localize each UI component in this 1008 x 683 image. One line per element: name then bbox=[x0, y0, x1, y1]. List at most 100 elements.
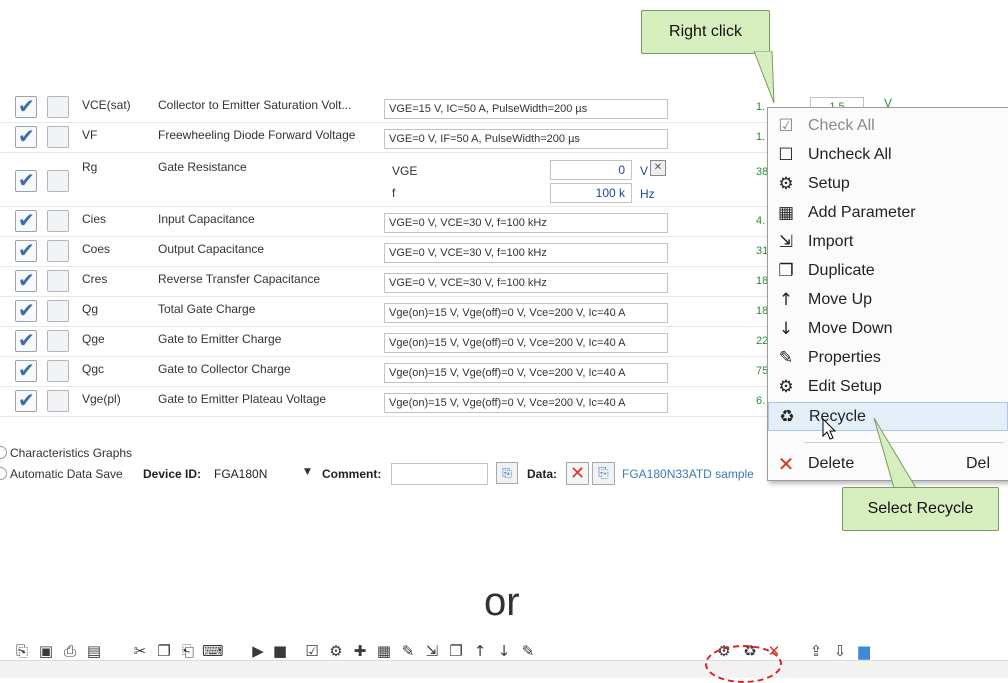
row-checkbox[interactable] bbox=[15, 268, 37, 292]
rg-vge-label: VGE bbox=[392, 164, 418, 178]
move-down-icon[interactable]: ↓ bbox=[494, 641, 514, 661]
export-icon[interactable]: ⇪ bbox=[806, 641, 826, 661]
row-condition[interactable]: VGE=0 V, IF=50 A, PulseWidth=200 µs bbox=[384, 129, 668, 149]
row-checkbox[interactable] bbox=[15, 208, 37, 232]
right-click-callout: Right click bbox=[641, 10, 770, 54]
gear-icon: ⚙ bbox=[778, 174, 794, 194]
row-symbol: Qge bbox=[82, 332, 105, 346]
copy-icon[interactable]: ❐ bbox=[154, 641, 174, 661]
row-checkbox[interactable] bbox=[15, 358, 37, 382]
menu-item-delete-label: Delete bbox=[808, 455, 855, 472]
row-secondary-checkbox[interactable] bbox=[47, 240, 69, 262]
row-symbol: Rg bbox=[82, 160, 98, 174]
row-separator bbox=[0, 266, 770, 267]
duplicate-icon[interactable]: ❐ bbox=[446, 641, 466, 661]
row-condition[interactable]: Vge(on)=15 V, Vge(off)=0 V, Vce=200 V, I… bbox=[384, 393, 668, 413]
row-secondary-checkbox[interactable] bbox=[47, 330, 69, 352]
device-id-value: FGA180N bbox=[214, 467, 268, 481]
row-checkbox[interactable] bbox=[15, 298, 37, 322]
clear-icon[interactable]: ✕ bbox=[650, 160, 666, 176]
row-secondary-checkbox[interactable] bbox=[47, 390, 69, 412]
close-file-icon[interactable]: ▤ bbox=[84, 641, 104, 661]
import-icon[interactable]: ⇲ bbox=[422, 641, 442, 661]
save-data-icon[interactable]: ⎘ bbox=[592, 462, 615, 485]
device-id-select[interactable]: FGA180N ▼ bbox=[212, 463, 330, 483]
menu-item-check-all[interactable]: ☑ Check All bbox=[768, 112, 1008, 141]
add-parameter-icon: ▦ bbox=[777, 203, 795, 223]
menu-item-label: Add Parameter bbox=[808, 204, 916, 221]
menu-item-label: Setup bbox=[808, 175, 850, 192]
move-up-icon[interactable]: ↑ bbox=[470, 641, 490, 661]
menu-item-edit-setup[interactable]: ⚙ Edit Setup bbox=[768, 373, 1008, 402]
row-secondary-checkbox[interactable] bbox=[47, 96, 69, 118]
menu-item-uncheck-all[interactable]: ☐ Uncheck All bbox=[768, 141, 1008, 170]
row-secondary-checkbox[interactable] bbox=[47, 126, 69, 148]
row-condition[interactable]: VGE=0 V, VCE=30 V, f=100 kHz bbox=[384, 273, 668, 293]
edit-setup-icon: ⚙ bbox=[778, 377, 794, 397]
row-symbol: VCE(sat) bbox=[82, 98, 131, 112]
add-parameter-icon[interactable]: ▦ bbox=[374, 641, 394, 661]
row-checkbox[interactable] bbox=[15, 94, 37, 118]
highlight-ring bbox=[705, 645, 782, 683]
menu-item-add-parameter[interactable]: ▦ Add Parameter bbox=[768, 199, 1008, 228]
duplicate-icon: ❐ bbox=[778, 261, 794, 281]
rg-vge-value: 0 bbox=[618, 163, 625, 177]
arrow-down-icon: ↓ bbox=[778, 319, 794, 339]
row-secondary-checkbox[interactable] bbox=[47, 210, 69, 232]
row-condition[interactable]: Vge(on)=15 V, Vge(off)=0 V, Vce=200 V, I… bbox=[384, 303, 668, 323]
menu-item-move-up[interactable]: ↑ Move Up bbox=[768, 286, 1008, 315]
rg-vge-unit: V bbox=[640, 164, 649, 178]
paste-icon[interactable]: ⎗ bbox=[178, 641, 198, 661]
row-symbol: Cies bbox=[82, 212, 107, 226]
row-checkbox[interactable] bbox=[15, 388, 37, 412]
max-icon[interactable]: ✚ bbox=[350, 641, 370, 661]
row-condition[interactable]: VGE=15 V, IC=50 A, PulseWidth=200 µs bbox=[384, 99, 668, 119]
clear-data-icon[interactable]: ✕ bbox=[566, 462, 589, 485]
row-secondary-checkbox[interactable] bbox=[47, 360, 69, 382]
menu-item-import[interactable]: ⇲ Import bbox=[768, 228, 1008, 257]
row-condition[interactable]: Vge(on)=15 V, Vge(off)=0 V, Vce=200 V, I… bbox=[384, 333, 668, 353]
row-separator bbox=[0, 416, 770, 417]
row-description: Reverse Transfer Capacitance bbox=[158, 272, 321, 286]
save-icon[interactable]: ▣ bbox=[36, 641, 56, 661]
menu-item-setup[interactable]: ⚙ Setup bbox=[768, 170, 1008, 199]
import-icon: ⇲ bbox=[778, 232, 794, 252]
cut-icon[interactable]: ✂ bbox=[130, 641, 150, 661]
toolbar: ⎘ ▣ ⎙ ▤ ✂ ❐ ⎗ ⌨ ▶ ■ ☑ ⚙ ✚ ▦ ✎ ⇲ ❐ ↑ ↓ ✎ ⚙ ♻ ✕ ⇪ ⇩ ▆ bbox=[12, 642, 932, 677]
chevron-down-icon: ▼ bbox=[304, 467, 311, 477]
stop-icon[interactable]: ■ bbox=[270, 641, 290, 661]
menu-item-duplicate[interactable]: ❐ Duplicate bbox=[768, 257, 1008, 286]
rg-f-input[interactable]: 100 k bbox=[550, 183, 632, 203]
row-condition[interactable]: Vge(on)=15 V, Vge(off)=0 V, Vce=200 V, I… bbox=[384, 363, 668, 383]
open-icon[interactable]: ⎘ bbox=[12, 641, 32, 661]
row-condition-text: VGE=0 V, VCE=30 V, f=100 kHz bbox=[389, 277, 547, 289]
keyboard-icon[interactable]: ⌨ bbox=[202, 641, 224, 661]
row-secondary-checkbox[interactable] bbox=[47, 300, 69, 322]
comment-input[interactable] bbox=[391, 463, 488, 485]
row-description: Total Gate Charge bbox=[158, 302, 256, 316]
menu-item-move-down[interactable]: ↓ Move Down bbox=[768, 315, 1008, 344]
row-condition[interactable]: VGE=0 V, VCE=30 V, f=100 kHz bbox=[384, 243, 668, 263]
rg-vge-input[interactable]: 0 bbox=[550, 160, 632, 180]
properties-icon[interactable]: ✎ bbox=[518, 641, 538, 661]
check-all-icon[interactable]: ☑ bbox=[302, 641, 322, 661]
row-checkbox[interactable] bbox=[15, 168, 37, 192]
row-checkbox[interactable] bbox=[15, 328, 37, 352]
graph-icon[interactable]: ▆ bbox=[854, 641, 874, 661]
run-icon[interactable]: ▶ bbox=[248, 641, 268, 661]
data-file-link[interactable]: FGA180N33ATD sample bbox=[622, 467, 754, 481]
row-condition-text: Vge(on)=15 V, Vge(off)=0 V, Vce=200 V, I… bbox=[389, 337, 626, 349]
row-separator bbox=[0, 236, 770, 237]
menu-item-properties[interactable]: ✎ Properties bbox=[768, 344, 1008, 373]
open-comment-icon[interactable]: ⎘ bbox=[496, 462, 518, 484]
import-data-icon[interactable]: ⇩ bbox=[830, 641, 850, 661]
setup-icon[interactable]: ⚙ bbox=[326, 641, 346, 661]
check-all-icon: ☑ bbox=[778, 116, 794, 136]
row-checkbox[interactable] bbox=[15, 124, 37, 148]
row-secondary-checkbox[interactable] bbox=[47, 170, 69, 192]
add-icon[interactable]: ✎ bbox=[398, 641, 418, 661]
row-checkbox[interactable] bbox=[15, 238, 37, 262]
row-secondary-checkbox[interactable] bbox=[47, 270, 69, 292]
print-icon[interactable]: ⎙ bbox=[60, 641, 80, 661]
row-condition[interactable]: VGE=0 V, VCE=30 V, f=100 kHz bbox=[384, 213, 668, 233]
